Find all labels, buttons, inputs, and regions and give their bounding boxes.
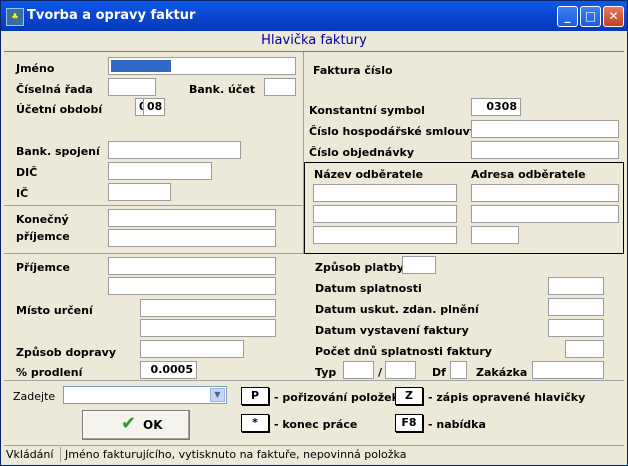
adresa-odberatele-field-1[interactable]	[471, 184, 619, 202]
minimize-icon: _	[564, 9, 571, 23]
konecny-prijemce-field-2[interactable]	[108, 229, 276, 247]
konstantni-symbol-field[interactable]: 0308	[471, 98, 521, 116]
zpusob-dopravy-field[interactable]	[140, 340, 244, 358]
cislo-objednavky-label: Číslo objednávky	[309, 146, 414, 159]
zpusob-dopravy-label: Způsob dopravy	[16, 346, 116, 359]
datum-vystaveni-field[interactable]	[548, 319, 604, 337]
prodleni-field[interactable]: 0.0005	[140, 361, 197, 379]
close-button[interactable]: ✕	[603, 6, 624, 27]
ciselna-rada-label: Číselná řada	[16, 83, 93, 96]
divider-footer	[4, 380, 624, 381]
key-f8-description: - nabídka	[428, 418, 486, 431]
ciselna-rada-field[interactable]	[108, 78, 156, 96]
dic-field[interactable]	[108, 162, 212, 180]
prodleni-label: % prodlení	[16, 366, 83, 379]
datum-splatnosti-label: Datum splatnosti	[315, 282, 422, 295]
adresa-odberatele-field-3[interactable]	[471, 226, 519, 244]
adresa-odberatele-label: Adresa odběratele	[471, 168, 586, 181]
typ-separator: /	[378, 366, 383, 379]
ok-button-label: OK	[143, 418, 163, 432]
zakazka-label: Zakázka	[476, 366, 528, 379]
konstantni-symbol-label: Konstantní symbol	[309, 104, 425, 117]
title-bar[interactable]: ♣ Tvorba a opravy faktur _ □ ✕	[1, 1, 627, 31]
window-title: Tvorba a opravy faktur	[27, 8, 196, 23]
jmeno-field[interactable]	[108, 57, 296, 75]
datum-splatnosti-field[interactable]	[548, 277, 604, 295]
bank-ucet-label: Bank. účet	[189, 83, 256, 96]
prijemce-label: Příjemce	[16, 261, 70, 274]
key-z-button[interactable]: Z	[395, 387, 423, 405]
zadejte-combo[interactable]: ▼	[63, 386, 227, 404]
typ-field[interactable]	[343, 361, 374, 379]
datum-vystaveni-label: Datum vystavení faktury	[315, 324, 469, 337]
ucetni-obdobi-label: Účetní období	[16, 103, 103, 116]
maximize-button[interactable]: □	[580, 6, 601, 27]
status-mode: Vkládání	[6, 447, 61, 462]
key-f8-button[interactable]: F8	[395, 414, 423, 432]
checkmark-icon: ✔	[121, 413, 137, 434]
dic-label: DIČ	[16, 166, 38, 179]
status-bar: Vkládání Jméno fakturujícího, vytisknuto…	[4, 445, 624, 463]
jmeno-label: Jméno	[16, 62, 55, 75]
key-star-description: - konec práce	[274, 418, 358, 431]
pocet-dnu-label: Počet dnů splatnosti faktury	[315, 345, 492, 358]
zpusob-platby-field[interactable]	[402, 256, 436, 274]
section-header: Hlavička faktury	[4, 31, 624, 52]
key-p-button[interactable]: P	[241, 387, 269, 405]
bank-ucet-field[interactable]	[264, 78, 296, 96]
misto-urceni-field-2[interactable]	[140, 319, 276, 337]
obdobi-year-field[interactable]: 08	[143, 98, 165, 116]
app-icon: ♣	[6, 8, 24, 26]
key-p-description: - pořizování položek	[274, 391, 399, 404]
adresa-odberatele-field-2[interactable]	[471, 205, 619, 223]
text-selection	[111, 60, 171, 72]
bank-spojeni-label: Bank. spojení	[16, 145, 100, 158]
datum-uskut-field[interactable]	[548, 298, 604, 316]
konecny-prijemce-field-1[interactable]	[108, 209, 276, 227]
nazev-odberatele-label: Název odběratele	[314, 168, 424, 181]
nazev-odberatele-field-1[interactable]	[313, 184, 457, 202]
prijemce-field-2[interactable]	[108, 277, 276, 295]
cislo-hosp-smlouvy-field[interactable]	[471, 120, 619, 138]
ic-label: IČ	[16, 187, 29, 200]
invoice-window: ♣ Tvorba a opravy faktur _ □ ✕ Hlavička …	[0, 0, 628, 466]
zadejte-label: Zadejte	[13, 390, 56, 403]
misto-urceni-field-1[interactable]	[140, 299, 276, 317]
ic-field[interactable]	[108, 183, 171, 201]
divider-top	[4, 205, 303, 206]
typ-field-2[interactable]	[385, 361, 416, 379]
typ-label: Typ	[315, 366, 337, 379]
close-icon: ✕	[608, 9, 619, 23]
faktura-cislo-label: Faktura číslo	[313, 64, 393, 77]
key-z-description: - zápis opravené hlavičky	[428, 391, 586, 404]
datum-uskut-label: Datum uskut. zdan. plnění	[315, 303, 479, 316]
misto-urceni-label: Místo určení	[16, 304, 93, 317]
df-label: Df	[432, 366, 446, 379]
minimize-button[interactable]: _	[557, 6, 578, 27]
ok-button[interactable]: ✔ OK	[82, 410, 190, 440]
bank-spojeni-field[interactable]	[108, 141, 241, 159]
nazev-odberatele-field-2[interactable]	[313, 205, 457, 223]
zpusob-platby-label: Způsob platby	[315, 261, 404, 274]
key-star-button[interactable]: *	[241, 414, 269, 432]
maximize-icon: □	[584, 9, 597, 23]
zakazka-field[interactable]	[532, 361, 604, 379]
form-area: Hlavička faktury Jméno Číselná řada Bank…	[4, 31, 624, 463]
chevron-down-icon[interactable]: ▼	[210, 388, 225, 402]
cislo-hosp-smlouvy-label: Číslo hospodářské smlouvy	[309, 125, 478, 138]
df-field[interactable]	[450, 361, 467, 379]
konecny-prijemce-label: příjemce	[16, 230, 70, 243]
prijemce-field-1[interactable]	[108, 257, 276, 275]
nazev-odberatele-field-3[interactable]	[313, 226, 457, 244]
pocet-dnu-field[interactable]	[565, 340, 604, 358]
cislo-objednavky-field[interactable]	[471, 141, 619, 159]
status-message: Jméno fakturujícího, vytisknuto na faktu…	[65, 448, 407, 461]
konecny-label: Konečný	[16, 213, 69, 226]
